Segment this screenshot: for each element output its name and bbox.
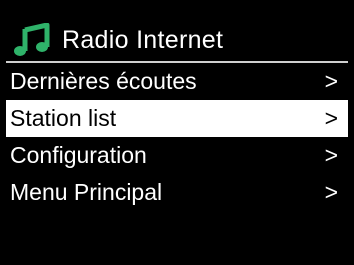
menu-item-label: Station list bbox=[10, 105, 117, 131]
page-title: Radio Internet bbox=[62, 26, 224, 54]
header: Radio Internet bbox=[6, 20, 346, 60]
radio-display: Radio Internet Dernières écoutes > Stati… bbox=[0, 0, 354, 265]
menu-list: Dernières écoutes > Station list > Confi… bbox=[6, 63, 348, 211]
chevron-right-icon: > bbox=[324, 68, 338, 94]
menu-item-label: Menu Principal bbox=[10, 179, 163, 205]
menu-item-label: Dernières écoutes bbox=[10, 68, 197, 94]
chevron-right-icon: > bbox=[324, 179, 338, 205]
menu-item-menu-principal[interactable]: Menu Principal > bbox=[6, 174, 348, 211]
chevron-right-icon: > bbox=[324, 142, 338, 168]
music-note-icon bbox=[14, 22, 50, 57]
menu-item-dernieres-ecoutes[interactable]: Dernières écoutes > bbox=[6, 63, 348, 100]
menu-item-station-list[interactable]: Station list > bbox=[6, 100, 348, 137]
menu-item-configuration[interactable]: Configuration > bbox=[6, 137, 348, 174]
menu-item-label: Configuration bbox=[10, 142, 147, 168]
chevron-right-icon: > bbox=[324, 105, 338, 131]
